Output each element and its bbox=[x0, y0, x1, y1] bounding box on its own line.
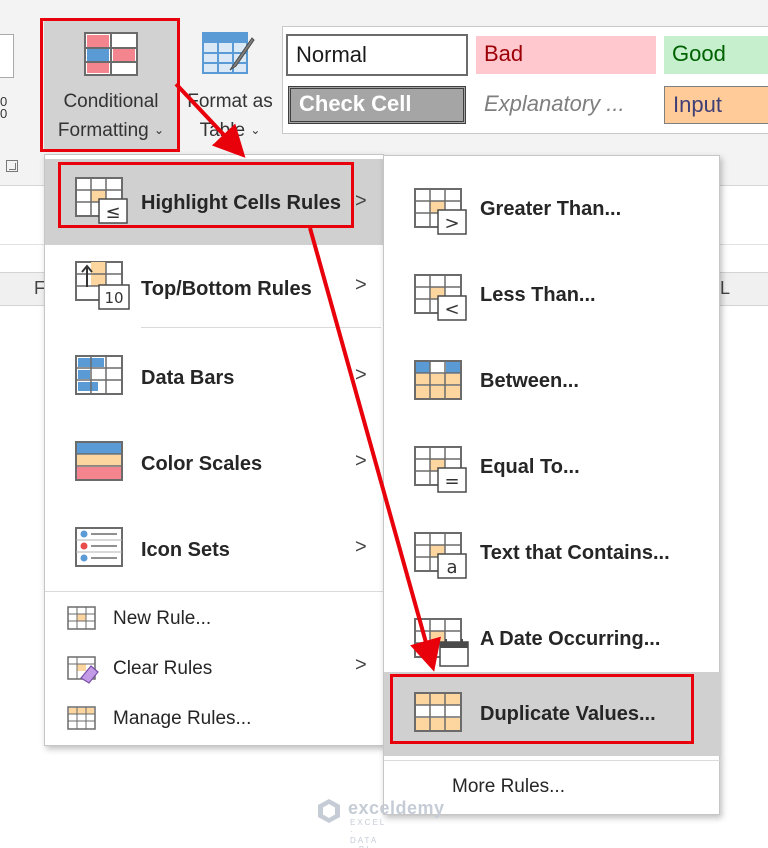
fat-label-line1: Format as bbox=[187, 91, 273, 112]
less-than-icon: < bbox=[414, 274, 467, 321]
menu-item-label: Data Bars bbox=[141, 367, 235, 389]
submenu-item-label: A Date Occurring... bbox=[480, 628, 661, 650]
chevron-down-icon: ⌄ bbox=[250, 123, 261, 137]
menu-item-label: New Rule... bbox=[113, 608, 212, 629]
exceldemy-logo-icon bbox=[318, 799, 340, 823]
submenu-arrow-icon: > bbox=[355, 654, 367, 676]
menu-item-color-scales[interactable]: Color Scales > bbox=[45, 419, 383, 505]
data-bars-icon bbox=[75, 355, 123, 395]
submenu-arrow-icon: > bbox=[355, 450, 367, 472]
style-good[interactable]: Good bbox=[664, 36, 768, 74]
menu-item-manage-rules[interactable]: Manage Rules... bbox=[45, 697, 383, 743]
annotation-box-duplicate-values bbox=[390, 674, 694, 744]
menu-item-clear-rules[interactable]: Clear Rules > bbox=[45, 647, 383, 693]
submenu-item-equal-to[interactable]: = Equal To... bbox=[384, 422, 721, 508]
menu-item-label: Manage Rules... bbox=[113, 708, 252, 729]
submenu-item-greater-than[interactable]: > Greater Than... bbox=[384, 164, 721, 250]
date-occurring-icon bbox=[414, 618, 469, 667]
equal-to-icon: = bbox=[414, 446, 467, 493]
greater-than-glyph: > bbox=[444, 213, 459, 234]
menu-separator bbox=[141, 327, 381, 328]
style-input[interactable]: Input bbox=[664, 86, 768, 124]
menu-item-icon-sets[interactable]: Icon Sets > bbox=[45, 505, 383, 591]
new-rule-icon bbox=[67, 606, 96, 630]
icon-sets-icon bbox=[75, 527, 123, 567]
submenu-item-text-contains[interactable]: a Text that Contains... bbox=[384, 508, 721, 594]
submenu-item-between[interactable]: Between... bbox=[384, 336, 721, 422]
submenu-arrow-icon: > bbox=[355, 364, 367, 386]
submenu-item-label: More Rules... bbox=[452, 776, 565, 797]
submenu-item-label: Text that Contains... bbox=[480, 542, 670, 564]
letter-a-glyph: a bbox=[446, 557, 457, 578]
between-icon bbox=[414, 360, 462, 400]
text-contains-icon: a bbox=[414, 532, 467, 579]
dialog-launcher-icon[interactable] bbox=[6, 160, 18, 172]
menu-item-label: Clear Rules bbox=[113, 658, 213, 679]
ribbon-partial-control[interactable] bbox=[0, 34, 14, 78]
style-bad[interactable]: Bad bbox=[476, 36, 656, 74]
submenu-item-less-than[interactable]: < Less Than... bbox=[384, 250, 721, 336]
submenu-item-label: Less Than... bbox=[480, 284, 596, 306]
submenu-item-label: Greater Than... bbox=[480, 198, 622, 220]
menu-item-new-rule[interactable]: New Rule... bbox=[45, 597, 383, 643]
less-than-glyph: < bbox=[444, 299, 459, 320]
menu-item-label: Color Scales bbox=[141, 453, 263, 475]
format-as-table-button[interactable]: Format as Table ⌄ bbox=[182, 20, 276, 150]
ten-glyph: 10 bbox=[104, 289, 123, 307]
fat-label-line2: Table bbox=[199, 120, 246, 141]
menu-separator bbox=[384, 760, 721, 761]
style-check-cell[interactable]: Check Cell bbox=[288, 86, 466, 124]
color-scales-icon bbox=[75, 441, 123, 481]
submenu-item-date-occurring[interactable]: A Date Occurring... bbox=[384, 594, 721, 680]
watermark-name: exceldemy bbox=[348, 798, 445, 818]
equal-glyph: = bbox=[444, 471, 459, 492]
annotation-box-conditional-formatting bbox=[40, 18, 180, 152]
submenu-item-label: Equal To... bbox=[480, 456, 580, 478]
manage-rules-icon bbox=[67, 706, 96, 730]
ribbon-partial-digits: 0 0 bbox=[0, 94, 8, 121]
conditional-formatting-menu: ≤ Highlight Cells Rules > 10 Top/Bottom … bbox=[44, 154, 384, 746]
submenu-arrow-icon: > bbox=[355, 274, 367, 296]
submenu-arrow-icon: > bbox=[355, 536, 367, 558]
top-bottom-icon: 10 bbox=[75, 261, 130, 310]
style-explanatory[interactable]: Explanatory ... bbox=[476, 86, 656, 124]
format-as-table-icon bbox=[202, 32, 255, 74]
watermark-tagline: EXCEL · DATA · BI bbox=[350, 818, 386, 848]
menu-separator bbox=[45, 591, 383, 592]
submenu-arrow-icon: > bbox=[355, 190, 367, 212]
style-normal[interactable]: Normal bbox=[286, 34, 468, 76]
column-header-l[interactable]: L bbox=[720, 278, 730, 299]
submenu-item-label: Between... bbox=[480, 370, 579, 392]
menu-item-label: Icon Sets bbox=[141, 539, 230, 561]
annotation-box-highlight-cells-rules bbox=[58, 162, 354, 228]
menu-item-label: Top/Bottom Rules bbox=[141, 278, 312, 300]
clear-rules-icon bbox=[67, 656, 99, 684]
menu-item-data-bars[interactable]: Data Bars > bbox=[45, 333, 383, 419]
greater-than-icon: > bbox=[414, 188, 467, 235]
menu-item-top-bottom-rules[interactable]: 10 Top/Bottom Rules > bbox=[45, 243, 383, 329]
